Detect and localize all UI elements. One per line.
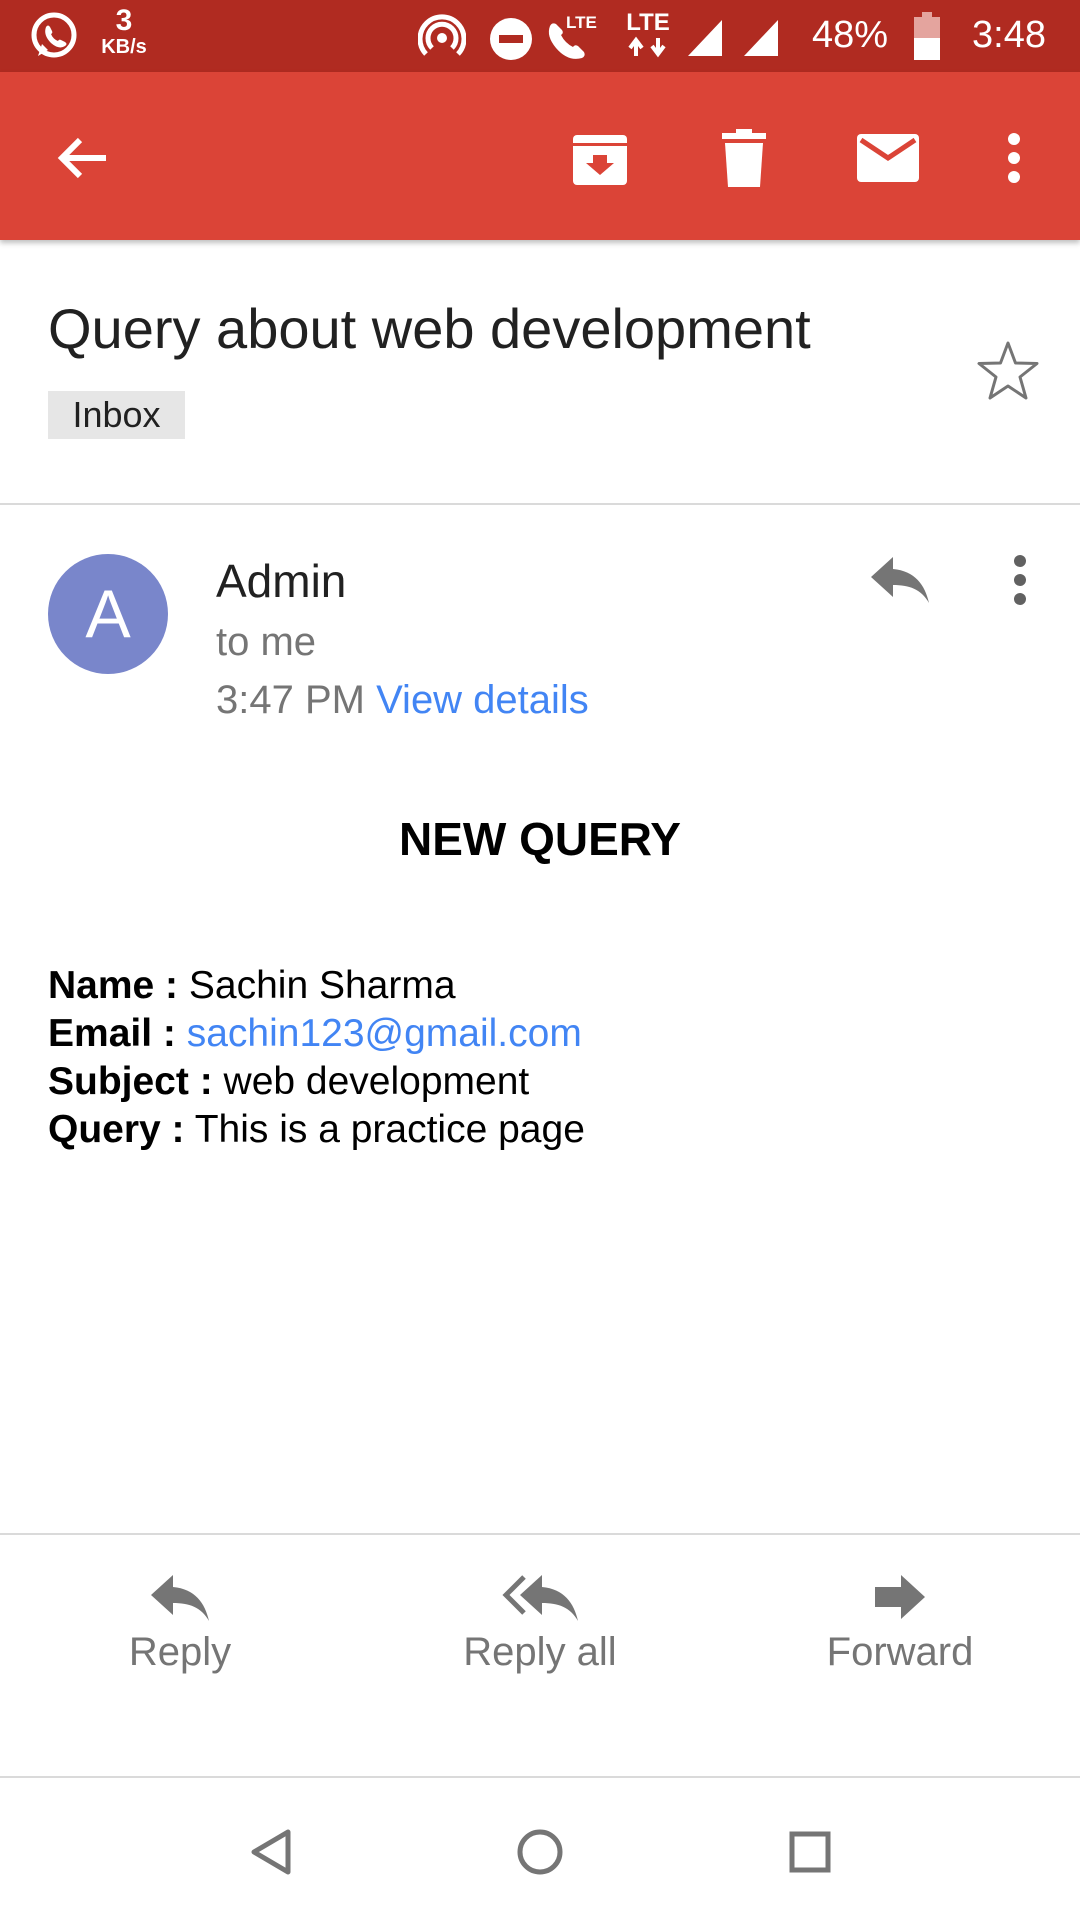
reply-all-button[interactable]: Reply all	[390, 1574, 690, 1714]
reply-icon	[151, 1575, 209, 1621]
lte-label-1: LTE	[566, 13, 597, 32]
reply-icon	[871, 557, 929, 603]
hotspot-icon	[417, 14, 467, 67]
field-value: Sachin Sharma	[188, 964, 456, 1007]
email-link[interactable]: sachin123@gmail.com	[187, 1012, 582, 1055]
data-speed: 3 KB/s	[98, 4, 150, 59]
reply-icon-button[interactable]	[862, 546, 938, 614]
archive-icon	[573, 135, 627, 185]
nav-home-button[interactable]	[500, 1808, 580, 1896]
reply-button[interactable]: Reply	[30, 1574, 330, 1714]
message-more-button[interactable]	[996, 546, 1044, 614]
field-row-email: Email : sachin123@gmail.com	[48, 1010, 585, 1058]
forward-label: Forward	[826, 1630, 974, 1674]
divider	[0, 503, 1080, 505]
battery-percent: 48%	[812, 14, 889, 56]
signal-icon	[742, 18, 780, 63]
field-label: Email :	[48, 1012, 176, 1055]
field-value: This is a practice page	[194, 1108, 585, 1151]
forward-icon	[875, 1575, 925, 1619]
avatar[interactable]: A	[48, 554, 168, 674]
field-row-query: Query : This is a practice page	[48, 1106, 585, 1154]
arrow-back-icon	[57, 137, 106, 179]
status-bar: 3 KB/s LTE LTE 48% 3:48	[0, 0, 1080, 72]
navigation-bar	[0, 1780, 1080, 1920]
square-recents-icon	[789, 1831, 831, 1873]
delete-icon	[722, 129, 766, 187]
field-value: web development	[223, 1060, 530, 1103]
reply-label: Reply	[128, 1630, 232, 1674]
back-button[interactable]	[40, 116, 124, 200]
divider	[0, 1776, 1080, 1778]
sender-name[interactable]: Admin	[216, 554, 346, 608]
speed-value: 3	[115, 4, 133, 37]
star-button[interactable]	[976, 340, 1040, 407]
recipient-text: to me	[216, 620, 317, 664]
field-row-subject: Subject : web development	[48, 1058, 585, 1106]
body-heading: NEW QUERY	[399, 813, 681, 865]
view-details-link[interactable]: View details	[376, 678, 589, 722]
email-time: 3:47 PM	[216, 678, 365, 722]
field-label: Name :	[48, 964, 179, 1007]
more-vert-icon	[1014, 555, 1026, 605]
mark-unread-button[interactable]	[844, 116, 932, 200]
clock: 3:48	[972, 14, 1046, 56]
email-subject: Query about web development	[48, 297, 811, 360]
lte-data-icon: LTE	[624, 10, 672, 63]
volte-call-icon: LTE	[544, 10, 600, 67]
signal-icon	[686, 18, 724, 63]
inbox-label[interactable]: Inbox	[48, 391, 185, 439]
more-options-button[interactable]	[980, 116, 1048, 200]
do-not-disturb-icon	[488, 16, 534, 67]
whatsapp-icon	[28, 10, 80, 67]
nav-back-button[interactable]	[230, 1808, 310, 1896]
nav-recents-button[interactable]	[770, 1808, 850, 1896]
field-row-name: Name : Sachin Sharma	[48, 962, 585, 1010]
divider	[0, 1533, 1080, 1535]
battery-icon	[914, 12, 940, 65]
speed-unit: KB/s	[101, 36, 147, 58]
field-label: Subject :	[48, 1060, 213, 1103]
lte-label-2: LTE	[626, 9, 670, 36]
triangle-back-icon	[251, 1829, 291, 1875]
reply-all-label: Reply all	[463, 1630, 617, 1674]
field-label: Query :	[48, 1108, 185, 1151]
time-row: 3:47 PM View details	[216, 678, 589, 723]
forward-button[interactable]: Forward	[750, 1574, 1050, 1714]
toolbar	[0, 72, 1080, 240]
circle-home-icon	[517, 1829, 563, 1875]
star-icon	[977, 341, 1039, 400]
archive-button[interactable]	[556, 116, 644, 200]
delete-button[interactable]	[700, 116, 788, 200]
mark-unread-icon	[857, 134, 919, 182]
reply-all-icon	[502, 1575, 578, 1621]
query-fields: Name : Sachin Sharma Email : sachin123@g…	[48, 962, 585, 1154]
more-vert-icon	[1008, 133, 1020, 183]
